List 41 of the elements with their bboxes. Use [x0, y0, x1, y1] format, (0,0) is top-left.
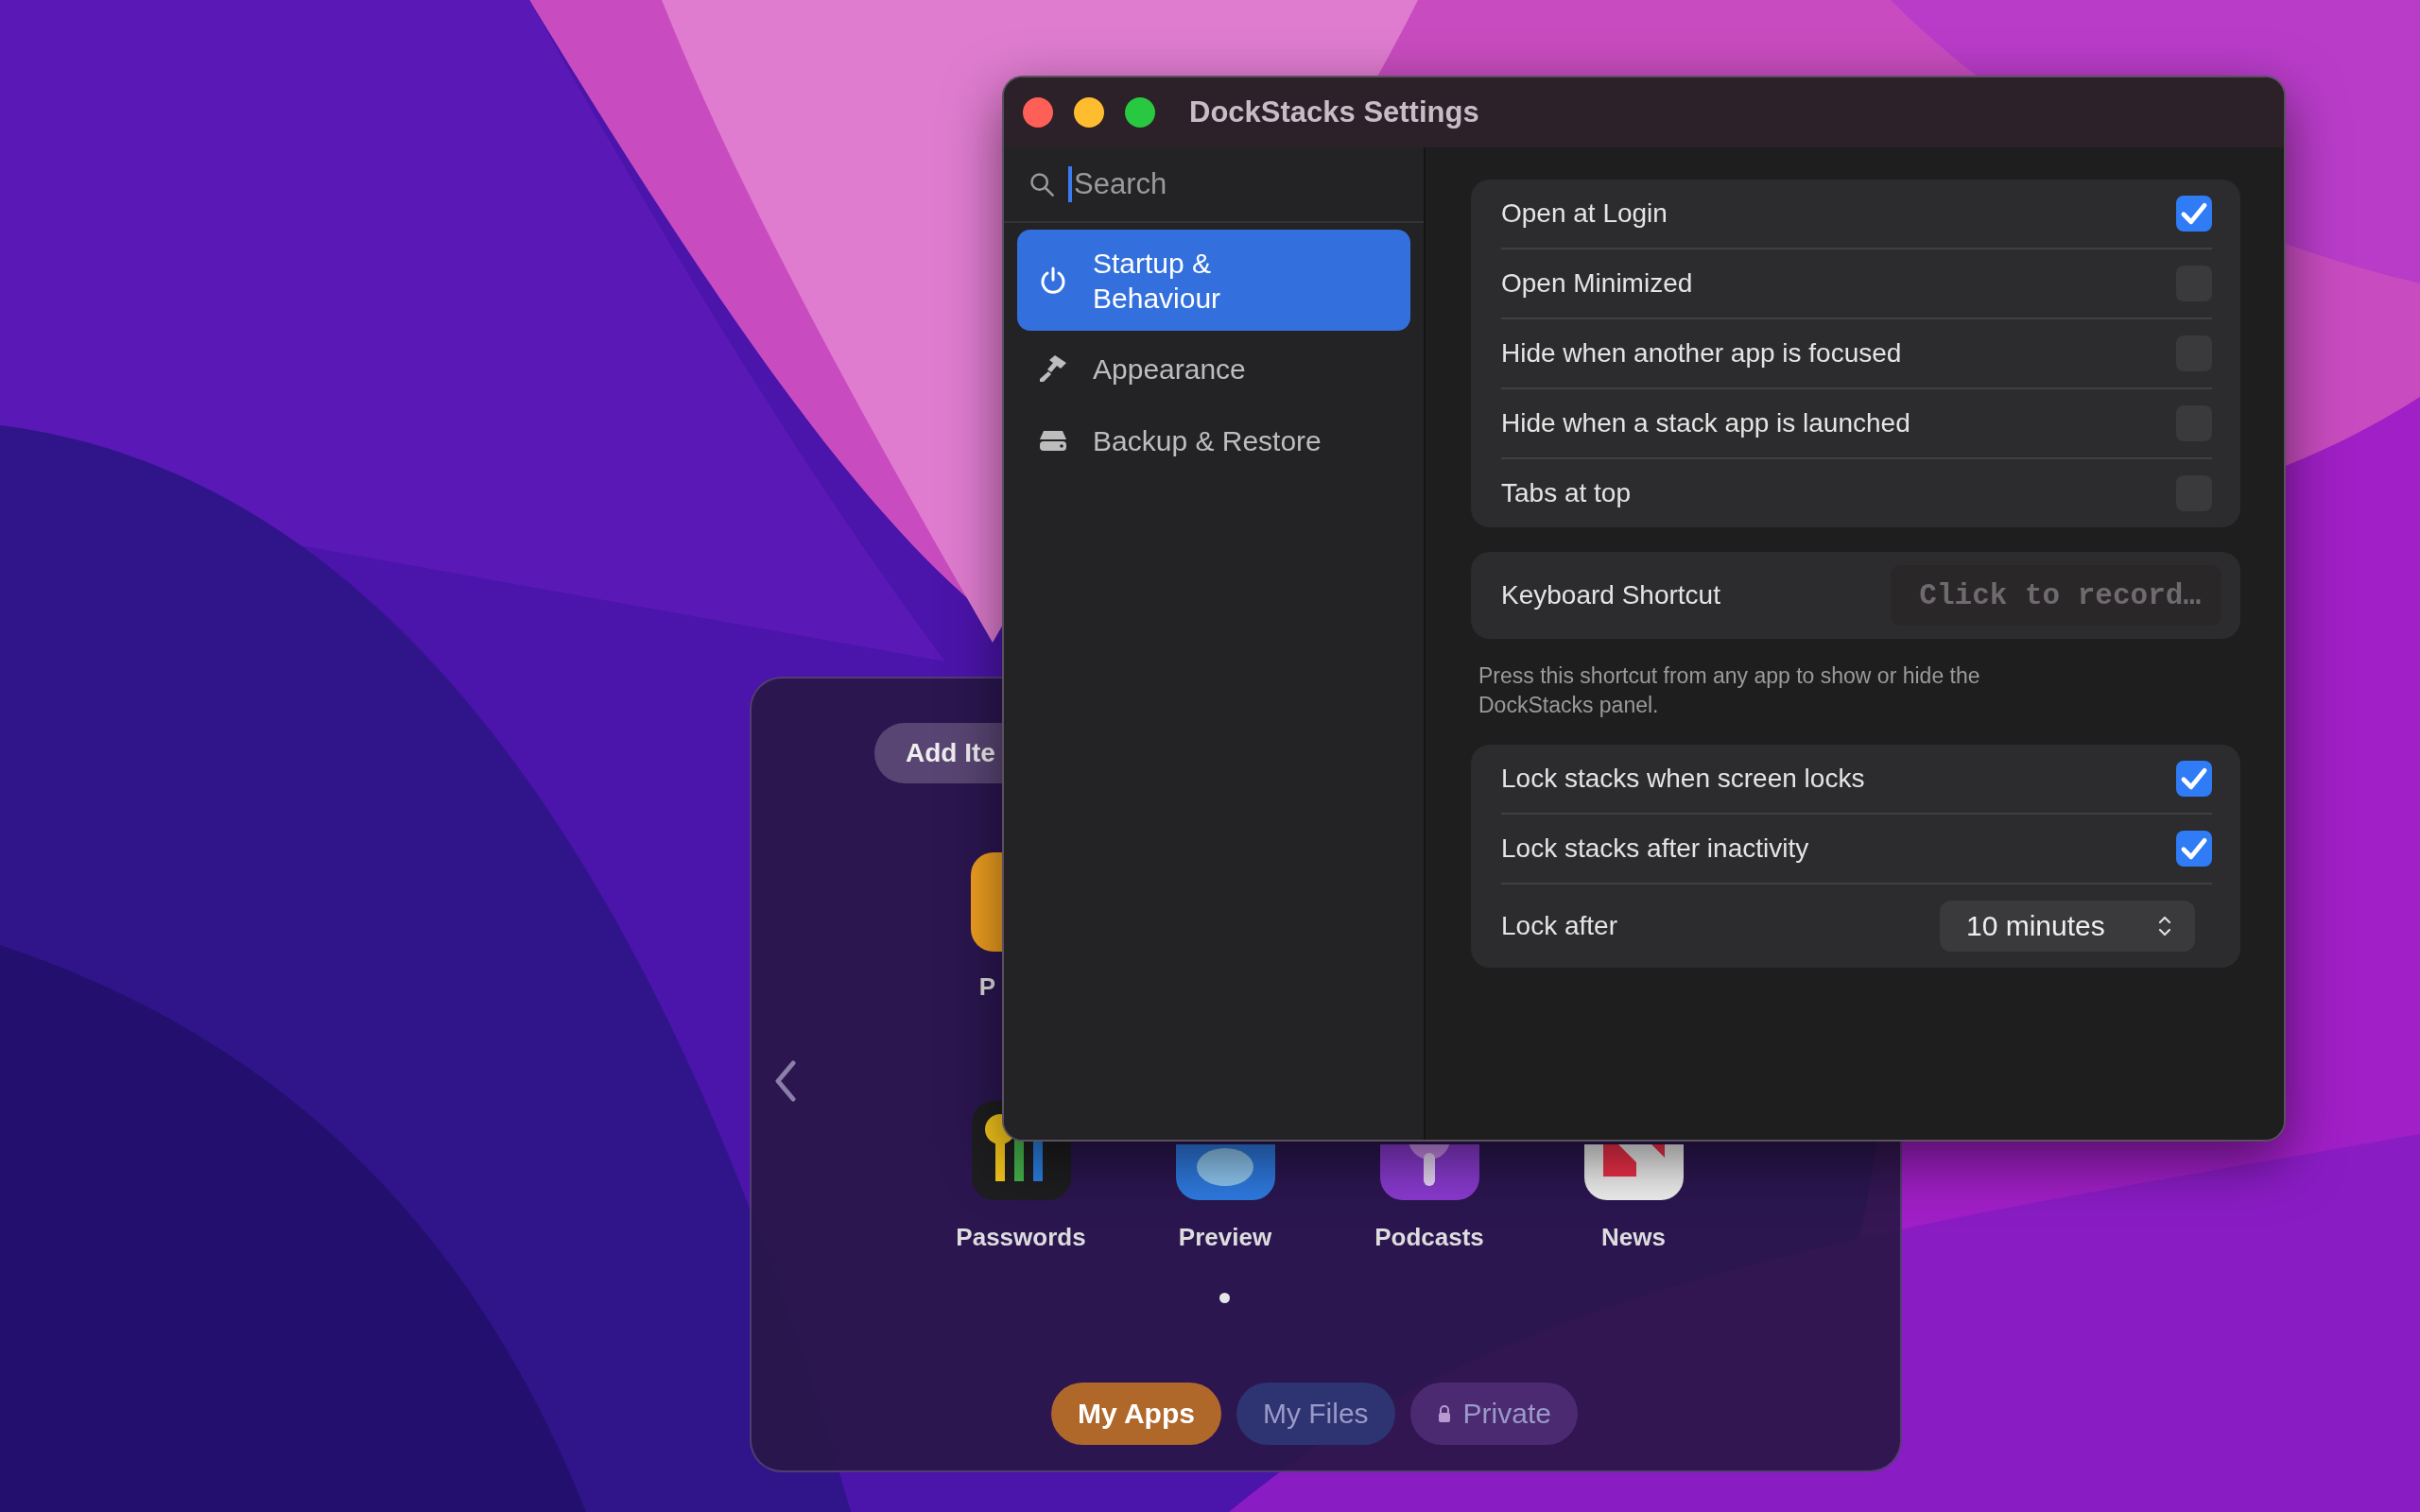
app-label: Preview — [1178, 1223, 1272, 1252]
setting-label: Tabs at top — [1501, 478, 1631, 508]
sidebar-item[interactable]: Startup & Behaviour — [1017, 230, 1410, 331]
minimize-button[interactable] — [1074, 97, 1104, 128]
app-label: Passwords — [956, 1223, 1086, 1252]
checkbox[interactable] — [2176, 196, 2212, 232]
setting-label: Lock stacks after inactivity — [1501, 833, 1809, 864]
sidebar-item[interactable]: Backup & Restore — [1017, 406, 1410, 474]
preview-app-icon[interactable] — [1175, 1144, 1275, 1200]
stack-tab[interactable]: My Files — [1236, 1383, 1395, 1445]
search-icon — [1028, 171, 1055, 198]
add-item-button[interactable]: Add Ite — [874, 723, 1002, 783]
duration-popup[interactable]: 10 minutes — [1940, 901, 2195, 952]
paintbrush-icon — [1038, 353, 1068, 384]
search-field[interactable]: Search — [1068, 166, 1388, 202]
checkbox[interactable] — [2176, 761, 2212, 797]
shortcut-field[interactable]: Click to record… — [1891, 565, 2221, 626]
setting-label: Open Minimized — [1501, 268, 1693, 299]
setting-label: Keyboard Shortcut — [1501, 580, 1720, 610]
stack-tab[interactable]: My Apps — [1051, 1383, 1221, 1445]
setting-label: Open at Login — [1501, 198, 1668, 229]
zoom-button[interactable] — [1125, 97, 1155, 128]
app-icon[interactable] — [971, 852, 1002, 952]
page-dot — [1219, 1293, 1230, 1303]
sidebar-item[interactable]: Appearance — [1017, 335, 1410, 403]
setting-label: Lock after — [1501, 911, 1617, 941]
window-title: DockStacks Settings — [1189, 95, 1479, 129]
checkbox[interactable] — [2176, 831, 2212, 867]
app-label: P — [978, 972, 996, 1002]
setting-label: Hide when another app is focused — [1501, 338, 1902, 369]
setting-label: Hide when a stack app is launched — [1501, 408, 1910, 438]
podcast-app-icon[interactable] — [1379, 1144, 1479, 1200]
chevron-left-icon[interactable] — [774, 1060, 797, 1102]
app-label: Podcasts — [1374, 1223, 1484, 1252]
news-app-icon[interactable] — [1583, 1144, 1684, 1200]
stack-tab[interactable]: Private — [1409, 1383, 1578, 1445]
help-text: Press this shortcut from any app to show or hide the DockStacks panel. — [1478, 662, 1981, 719]
close-button[interactable] — [1023, 97, 1053, 128]
setting-label: Lock stacks when screen locks — [1501, 764, 1865, 794]
chevron-up-down-icon — [2157, 914, 2172, 938]
app-label: News — [1601, 1223, 1666, 1252]
